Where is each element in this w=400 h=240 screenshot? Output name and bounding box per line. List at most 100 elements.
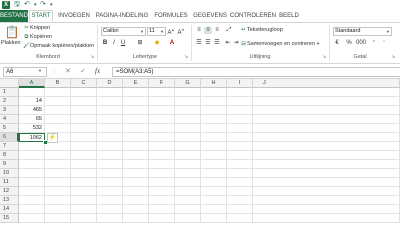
grid-cell[interactable]	[97, 97, 123, 106]
grid-cell[interactable]	[175, 214, 201, 223]
row-header-9[interactable]: 9	[0, 160, 19, 169]
grid-cell[interactable]	[19, 142, 45, 151]
bold-button[interactable]: B	[101, 40, 109, 47]
quick-analysis-icon[interactable]: ⚡	[47, 133, 58, 143]
format-painter-button[interactable]: 🖌Opmaak kopiëren/plakken	[23, 43, 94, 50]
grid-cell[interactable]	[97, 169, 123, 178]
grid-cell[interactable]	[227, 142, 253, 151]
grid-cell[interactable]	[71, 178, 97, 187]
grid-cell[interactable]	[71, 214, 97, 223]
grid-cell[interactable]	[253, 142, 400, 151]
grid-cell[interactable]	[45, 178, 71, 187]
grid-cell[interactable]	[19, 214, 45, 223]
column-header-j[interactable]: J	[253, 79, 400, 88]
grid-cell[interactable]	[175, 196, 201, 205]
grid-cell[interactable]	[123, 124, 149, 133]
grid-cell[interactable]	[19, 151, 45, 160]
grid-cell[interactable]	[123, 151, 149, 160]
cancel-icon[interactable]: ✕	[65, 67, 71, 76]
grid-cell[interactable]	[149, 196, 175, 205]
grid-cell[interactable]	[149, 133, 175, 142]
grid-cell[interactable]	[227, 187, 253, 196]
grid-cell[interactable]	[253, 187, 400, 196]
column-header-d[interactable]: D	[97, 79, 123, 88]
grid-cell[interactable]	[71, 187, 97, 196]
grid-cell[interactable]	[123, 88, 149, 97]
italic-button[interactable]: I	[110, 40, 118, 47]
column-header-g[interactable]: G	[175, 79, 201, 88]
grid-cell[interactable]	[227, 133, 253, 142]
grid-cell[interactable]	[45, 88, 71, 97]
grid-cell[interactable]	[45, 142, 71, 151]
column-header-c[interactable]: C	[71, 79, 97, 88]
row-header-11[interactable]: 11	[0, 178, 19, 187]
tab-beeld[interactable]: BEELD	[278, 10, 300, 22]
grid-cell[interactable]	[175, 178, 201, 187]
grid-cell[interactable]	[123, 196, 149, 205]
grid-cell[interactable]	[253, 214, 400, 223]
grid-cell[interactable]	[201, 142, 227, 151]
clipboard-launcher-icon[interactable]: ↘	[90, 54, 94, 60]
grid-cell[interactable]	[201, 106, 227, 115]
column-header-f[interactable]: F	[149, 79, 175, 88]
row-header-3[interactable]: 3	[0, 106, 19, 115]
grid-cell[interactable]	[45, 205, 71, 214]
worksheet-grid[interactable]: A B C D E F G H I J 1 2 3 4 5 6 7 8 9 10…	[0, 79, 400, 225]
grid-cell[interactable]	[19, 187, 45, 196]
grid-cell[interactable]	[45, 106, 71, 115]
grid-cell[interactable]	[175, 115, 201, 124]
shrink-font-icon[interactable]: A▼	[177, 27, 185, 36]
paste-icon[interactable]: 📋	[3, 25, 21, 39]
grid-cell[interactable]	[149, 160, 175, 169]
percent-button[interactable]: %	[345, 40, 353, 47]
grid-cell[interactable]	[71, 205, 97, 214]
cut-button[interactable]: ✂Knippen	[23, 25, 50, 32]
grid-cell[interactable]	[123, 214, 149, 223]
increase-decimal-icon[interactable]: ⁺	[370, 40, 378, 47]
grid-cell[interactable]	[253, 169, 400, 178]
grid-cell[interactable]	[97, 142, 123, 151]
grid-cell[interactable]	[201, 151, 227, 160]
row-header-13[interactable]: 13	[0, 196, 19, 205]
grid-cell[interactable]	[227, 106, 253, 115]
row-header-15[interactable]: 15	[0, 214, 19, 223]
number-launcher-icon[interactable]: ↘	[391, 54, 395, 60]
increase-indent-icon[interactable]: ⇥	[232, 40, 240, 47]
grid-cell[interactable]	[149, 88, 175, 97]
grid-cell[interactable]	[97, 178, 123, 187]
grid-cell[interactable]	[227, 169, 253, 178]
cell-a2[interactable]: 14	[19, 97, 45, 106]
grid-cell[interactable]	[71, 196, 97, 205]
font-size-select[interactable]: 11 ▼	[147, 27, 166, 36]
row-header-7[interactable]: 7	[0, 142, 19, 151]
tab-controleren[interactable]: CONTROLEREN	[230, 10, 276, 22]
grid-cell[interactable]	[149, 115, 175, 124]
grid-cell[interactable]	[123, 178, 149, 187]
customize-toolbar-icon[interactable]: ▾	[50, 1, 53, 9]
grid-cell[interactable]	[175, 160, 201, 169]
grow-font-icon[interactable]: A▲	[167, 27, 175, 36]
grid-cell[interactable]	[227, 151, 253, 160]
grid-cell[interactable]	[149, 178, 175, 187]
grid-cell[interactable]	[45, 160, 71, 169]
row-header-12[interactable]: 12	[0, 187, 19, 196]
grid-cell[interactable]	[149, 124, 175, 133]
grid-cell[interactable]	[175, 88, 201, 97]
grid-cell[interactable]	[253, 97, 400, 106]
tab-invoegen[interactable]: INVOEGEN	[57, 10, 91, 22]
grid-cell[interactable]	[97, 205, 123, 214]
grid-cell[interactable]	[123, 187, 149, 196]
grid-cell[interactable]	[227, 160, 253, 169]
grid-cell[interactable]	[45, 196, 71, 205]
tab-pagina-indeling[interactable]: PAGINA-INDELING	[94, 10, 150, 22]
grid-cell[interactable]	[175, 169, 201, 178]
grid-cell[interactable]	[201, 205, 227, 214]
align-left-icon[interactable]: ☰	[195, 40, 203, 47]
align-right-icon[interactable]: ☰	[213, 40, 221, 47]
tab-gegevens[interactable]: GEGEVENS	[192, 10, 228, 22]
grid-cell[interactable]	[201, 214, 227, 223]
row-header-10[interactable]: 10	[0, 169, 19, 178]
grid-cell[interactable]	[175, 97, 201, 106]
grid-cell[interactable]	[175, 151, 201, 160]
grid-cell[interactable]	[227, 88, 253, 97]
